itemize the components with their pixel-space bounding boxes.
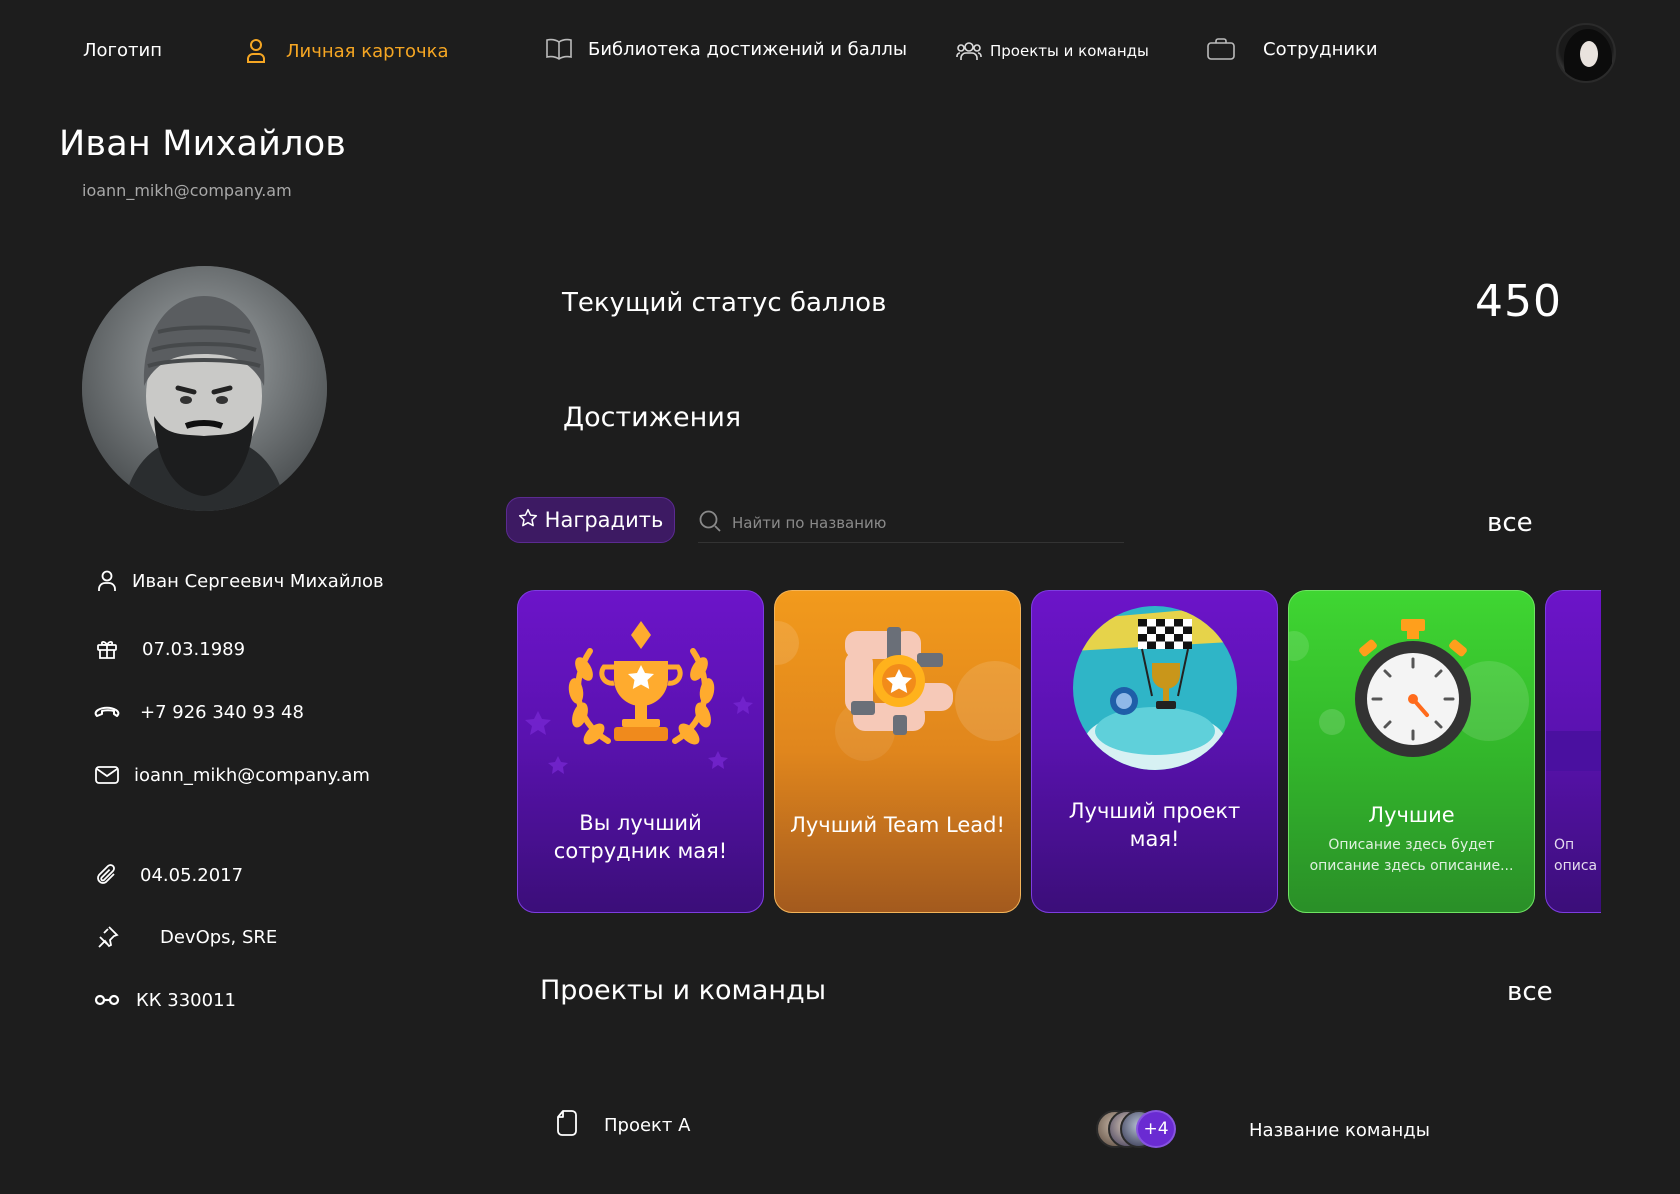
team-hands-icon	[845, 627, 953, 735]
achievement-card[interactable]: Оп описа	[1545, 590, 1601, 913]
nav-label: Проекты и команды	[990, 42, 1149, 60]
trophy-laurel-icon	[525, 621, 753, 774]
search-bar	[698, 503, 1124, 543]
info-row-email: ioann_mikh@company.am	[94, 762, 370, 788]
nav-label: Личная карточка	[286, 40, 449, 62]
profile-email: ioann_mikh@company.am	[82, 181, 292, 200]
achievement-card-title: Лучший проект мая!	[1068, 799, 1241, 851]
finish-trophy-icon	[1073, 606, 1237, 770]
info-row-hire-date: 04.05.2017	[94, 862, 243, 888]
info-row-pass: КК 330011	[94, 987, 236, 1013]
achievements-title: Достижения	[563, 402, 742, 433]
mail-icon	[94, 762, 120, 788]
achievement-card[interactable]: Вы лучший сотрудник мая!	[517, 590, 764, 913]
info-value: 04.05.2017	[140, 864, 244, 886]
achievement-card-description: Описание здесь будет описание здесь опис…	[1309, 837, 1514, 874]
projects-all-link[interactable]: все	[1507, 977, 1553, 1007]
search-icon	[698, 509, 722, 537]
achievement-card[interactable]: Лучший проект мая!	[1031, 590, 1278, 913]
avatar-face	[1580, 41, 1598, 67]
award-button-label: Наградить	[544, 508, 664, 532]
info-value: 07.03.1989	[142, 638, 246, 660]
logo-label: Логотип	[83, 40, 162, 61]
profile-photo	[82, 266, 327, 511]
nav-item-employees[interactable]: Сотрудники	[1207, 38, 1378, 60]
user-icon	[246, 38, 266, 64]
nav-logo[interactable]: Логотип	[83, 40, 162, 61]
achievement-card-description: Оп описа	[1554, 837, 1598, 874]
info-row-phone: +7 926 340 93 48	[94, 699, 304, 725]
achievement-card-title: Лучший Team Lead!	[790, 813, 1005, 837]
pin-icon	[94, 924, 120, 950]
nav-item-library[interactable]: Библиотека достижений и баллы	[546, 38, 907, 60]
team-name: Название команды	[1249, 1120, 1430, 1141]
achievement-card-title: Лучшие	[1368, 803, 1455, 827]
profile-photo-illustration	[82, 266, 327, 511]
search-input[interactable]	[732, 513, 1092, 532]
team-avatars[interactable]: +4	[1096, 1110, 1180, 1150]
nav-item-personal-card[interactable]: Личная карточка	[246, 38, 449, 64]
book-icon	[546, 38, 572, 60]
points-value: 450	[1475, 276, 1562, 327]
stopwatch-icon	[1355, 619, 1471, 757]
achievement-card-title: Вы лучший сотрудник мая!	[553, 811, 728, 863]
phone-icon	[94, 699, 120, 725]
info-value: КК 330011	[136, 989, 236, 1011]
achievement-card[interactable]: Лучший Team Lead!	[774, 590, 1021, 913]
info-value: DevOps, SRE	[160, 926, 278, 948]
info-row-birthday: 07.03.1989	[94, 636, 245, 662]
info-row-department: DevOps, SRE	[94, 924, 277, 950]
achievements-carousel: Вы лучший сотрудник мая! Лучший Team Lea…	[517, 590, 1601, 913]
nav-label: Сотрудники	[1263, 38, 1378, 60]
profile-name: Иван Михайлов	[59, 124, 347, 164]
points-label: Текущий статус баллов	[562, 288, 887, 318]
award-button[interactable]: Наградить	[506, 497, 675, 543]
decor-shape	[1546, 731, 1601, 771]
info-row-fullname: Иван Сергеевич Михайлов	[94, 568, 384, 594]
paperclip-icon	[94, 862, 120, 888]
nav-label: Библиотека достижений и баллы	[588, 38, 908, 60]
nav-item-projects[interactable]: Проекты и команды	[956, 41, 1149, 61]
users-icon	[956, 41, 982, 61]
briefcase-icon	[1207, 38, 1235, 60]
project-item[interactable]: Проект А	[556, 1110, 690, 1141]
team-more-count: +4	[1136, 1110, 1176, 1148]
gift-icon	[94, 636, 120, 662]
achievement-card[interactable]: Лучшие Описание здесь будет описание зде…	[1288, 590, 1535, 913]
document-icon	[556, 1110, 578, 1141]
project-name: Проект А	[604, 1115, 691, 1136]
projects-title: Проекты и команды	[540, 975, 827, 1006]
glasses-icon	[94, 987, 120, 1013]
user-icon	[94, 568, 120, 594]
achievements-all-link[interactable]: все	[1487, 508, 1533, 538]
star-icon	[518, 508, 545, 533]
info-value: ioann_mikh@company.am	[134, 764, 370, 786]
user-avatar[interactable]	[1556, 23, 1616, 83]
info-value: Иван Сергеевич Михайлов	[132, 570, 384, 592]
info-value: +7 926 340 93 48	[140, 701, 304, 723]
